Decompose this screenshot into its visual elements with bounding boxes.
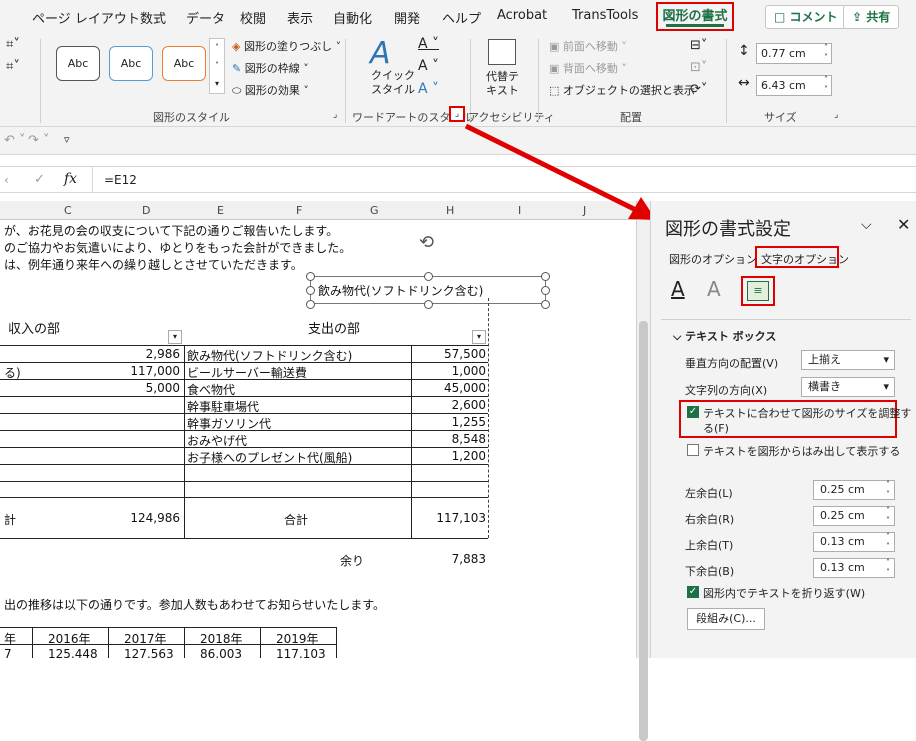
format-shape-pane: 図形の書式設定 ⌵ ✕ 図形のオプション 文字のオプション A A ≡ ⌵ テキ… (650, 201, 916, 658)
autofit-label-cont: る(F) (703, 422, 729, 435)
autofit-checkbox[interactable]: ✓ (687, 406, 699, 418)
textbox-icon[interactable]: ≡ (747, 281, 769, 301)
close-icon[interactable]: ✕ (897, 215, 910, 234)
right-margin-label: 右余白(R) (685, 513, 735, 526)
section-header[interactable]: ⌵ テキスト ボックス (673, 328, 776, 344)
valign-label: 垂直方向の配置(V) (685, 357, 779, 370)
text-effects-icon[interactable]: A (707, 277, 721, 301)
section-title: テキスト ボックス (685, 330, 777, 343)
bottom-margin-input[interactable]: 0.13 cm (813, 558, 895, 578)
collapse-icon[interactable]: ⌵ (861, 217, 872, 233)
right-margin-input[interactable]: 0.25 cm (813, 506, 895, 526)
text-direction-select[interactable]: 横書き (801, 377, 895, 397)
bottom-margin-label: 下余白(B) (685, 565, 735, 578)
overflow-checkbox[interactable] (687, 444, 699, 456)
valign-select[interactable]: 上揃え (801, 350, 895, 370)
overflow-label: テキストを図形からはみ出して表示する (703, 445, 901, 458)
top-margin-label: 上余白(T) (685, 539, 734, 552)
text-direction-label: 文字列の方向(X) (685, 384, 768, 397)
text-fill-outline-icon[interactable]: A (671, 277, 685, 301)
wrap-text-checkbox[interactable]: ✓ (687, 586, 699, 598)
tab-shape-options[interactable]: 図形のオプション (669, 251, 757, 267)
autofit-label: テキストに合わせて図形のサイズを調整す (703, 407, 912, 420)
top-margin-input[interactable]: 0.13 cm (813, 532, 895, 552)
left-margin-input[interactable]: 0.25 cm (813, 480, 895, 500)
left-margin-label: 左余白(L) (685, 487, 733, 500)
tab-text-options[interactable]: 文字のオプション (761, 251, 849, 267)
divider (661, 319, 911, 320)
wrap-text-label: 図形内でテキストを折り返す(W) (703, 587, 866, 600)
pane-title: 図形の書式設定 (665, 219, 791, 240)
columns-button[interactable]: 段組み(C)... (687, 608, 765, 630)
